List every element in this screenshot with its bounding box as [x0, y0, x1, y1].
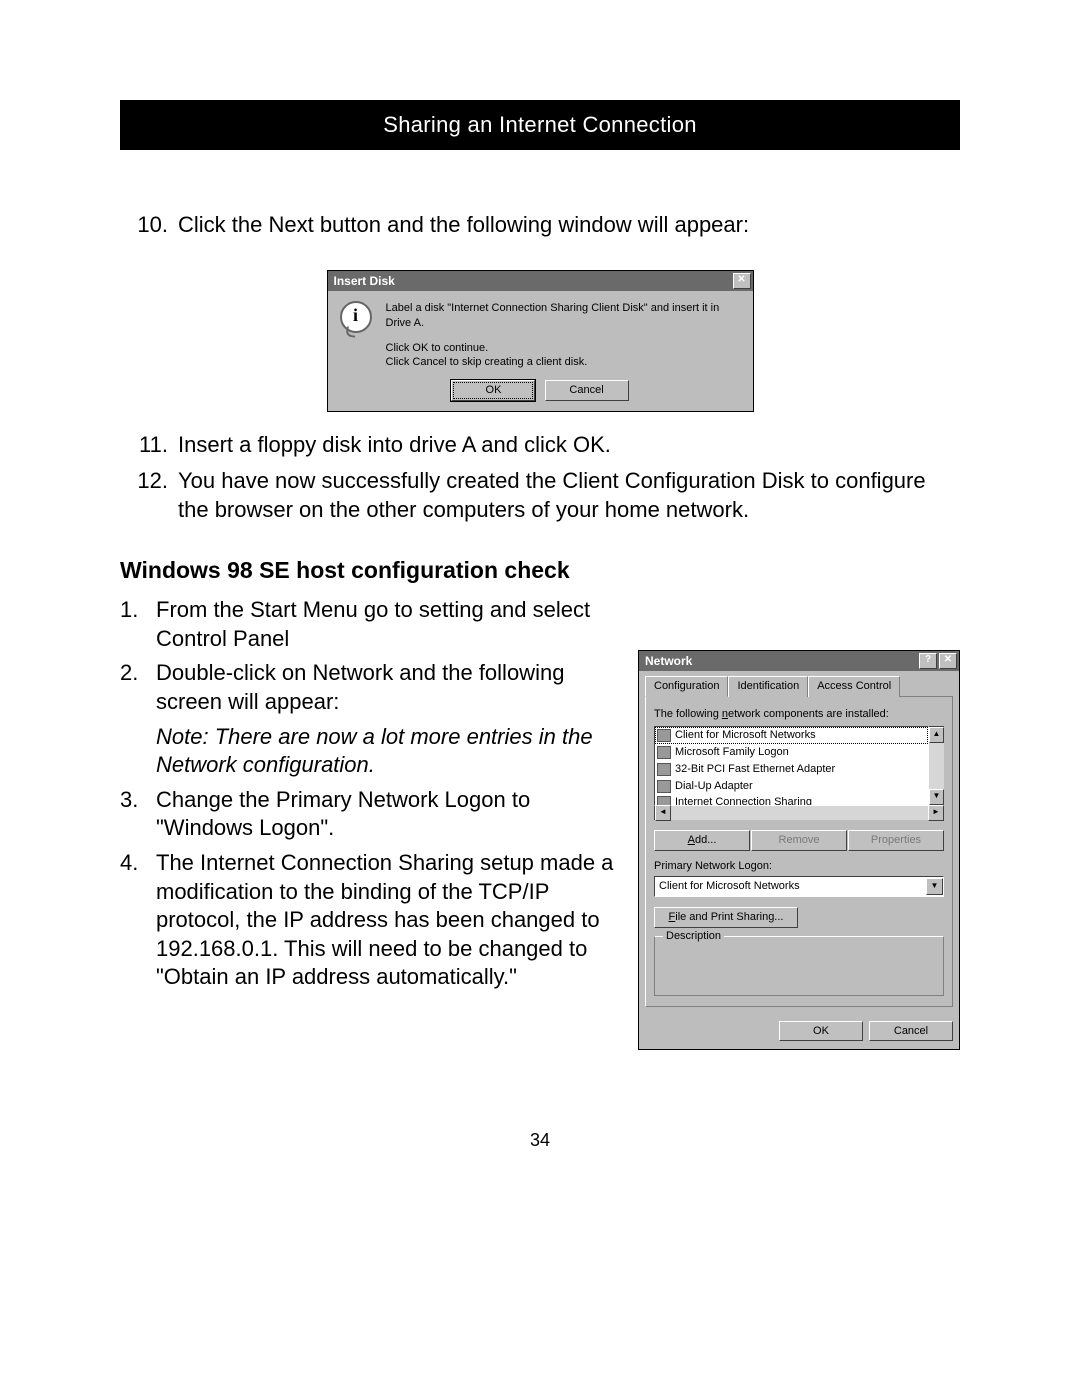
components-listbox[interactable]: Client for Microsoft Networks Microsoft …: [654, 726, 929, 806]
vertical-scrollbar[interactable]: ▲ ▼: [929, 726, 944, 806]
list-item[interactable]: Dial-Up Adapter: [655, 778, 928, 795]
dialog-title: Insert Disk: [334, 273, 395, 289]
help-icon[interactable]: ?: [919, 653, 937, 669]
steps-list-continued: 10. Click the Next button and the follow…: [120, 210, 960, 240]
step-number: 2.: [120, 659, 156, 716]
tab-access-control[interactable]: Access Control: [808, 676, 900, 697]
step-number: 10.: [120, 210, 178, 240]
network-dialog: Network ? ✕ Configuration Identification…: [638, 650, 960, 1050]
section-heading: Windows 98 SE host configuration check: [120, 555, 960, 586]
add-rest: dd...: [695, 834, 716, 846]
scroll-left-icon[interactable]: ◄: [655, 805, 671, 821]
cancel-button[interactable]: Cancel: [545, 380, 629, 401]
document-page: Sharing an Internet Connection 10. Click…: [0, 0, 1080, 1211]
component-icon: [657, 729, 671, 742]
list-item-label: Microsoft Family Logon: [675, 745, 789, 760]
close-icon[interactable]: ✕: [939, 653, 957, 669]
step-number: 12.: [120, 466, 178, 525]
step-text: You have now successfully created the Cl…: [178, 466, 960, 525]
tab-identification[interactable]: Identification: [728, 676, 808, 697]
scroll-up-icon[interactable]: ▲: [929, 727, 944, 743]
description-label: Description: [663, 929, 724, 944]
primary-logon-label: Primary Network Logon:: [654, 859, 944, 874]
list-item-label: Internet Connection Sharing: [675, 795, 812, 806]
add-button[interactable]: Add...: [654, 830, 750, 851]
properties-button[interactable]: Properties: [848, 830, 944, 851]
step-number: 4.: [120, 849, 156, 992]
step-text: Click the Next button and the following …: [178, 210, 960, 240]
tab-panel: The following network components are ins…: [645, 697, 953, 1006]
list-item-label: Client for Microsoft Networks: [675, 728, 816, 743]
step-text: Double-click on Network and the followin…: [156, 659, 620, 716]
primary-logon-combo[interactable]: Client for Microsoft Networks ▼: [654, 876, 944, 897]
page-header-banner: Sharing an Internet Connection: [120, 100, 960, 150]
check-steps-list: 1. From the Start Menu go to setting and…: [120, 596, 620, 992]
dialog-titlebar: Network ? ✕: [639, 651, 959, 671]
dialog-message-line2b: Click Cancel to skip creating a client d…: [386, 355, 741, 370]
combo-value: Client for Microsoft Networks: [659, 879, 800, 894]
tab-strip: Configuration Identification Access Cont…: [645, 675, 953, 697]
remove-button[interactable]: Remove: [751, 830, 847, 851]
scroll-right-icon[interactable]: ►: [928, 805, 944, 821]
list-item[interactable]: Internet Connection Sharing: [655, 794, 928, 806]
body-text: 10. Click the Next button and the follow…: [120, 210, 960, 1050]
cancel-button[interactable]: Cancel: [869, 1021, 953, 1042]
list-item[interactable]: Microsoft Family Logon: [655, 744, 928, 761]
step-text: Insert a floppy disk into drive A and cl…: [178, 430, 960, 460]
list-item-label: Dial-Up Adapter: [675, 779, 753, 794]
dialog-message-line2a: Click OK to continue.: [386, 341, 741, 356]
step-number-blank: [120, 723, 156, 780]
close-icon[interactable]: ✕: [733, 273, 751, 289]
component-icon: [657, 780, 671, 793]
info-icon: i: [340, 301, 372, 333]
step-text: The Internet Connection Sharing setup ma…: [156, 849, 620, 992]
step-number: 3.: [120, 786, 156, 843]
horizontal-scrollbar[interactable]: ◄ ►: [654, 805, 944, 820]
component-icon: [657, 763, 671, 776]
ok-button[interactable]: OK: [779, 1021, 863, 1042]
steps-list-continued-2: 11. Insert a floppy disk into drive A an…: [120, 430, 960, 525]
step-text: From the Start Menu go to setting and se…: [156, 596, 620, 653]
page-number: 34: [120, 1130, 960, 1151]
component-icon: [657, 746, 671, 759]
label-part: The following: [654, 708, 722, 720]
dialog-message-line1: Label a disk "Internet Connection Sharin…: [386, 301, 741, 331]
list-item[interactable]: Client for Microsoft Networks: [655, 727, 928, 744]
label-part: etwork components are installed:: [728, 708, 889, 720]
step-number: 1.: [120, 596, 156, 653]
scroll-down-icon[interactable]: ▼: [929, 789, 944, 805]
insert-disk-dialog: Insert Disk ✕ i Label a disk "Internet C…: [327, 270, 754, 412]
step-number: 11.: [120, 430, 178, 460]
ok-button[interactable]: OK: [451, 380, 535, 401]
dialog-titlebar: Insert Disk ✕: [328, 271, 753, 291]
step-text: Change the Primary Network Logon to "Win…: [156, 786, 620, 843]
tab-configuration[interactable]: Configuration: [645, 676, 728, 697]
dialog-title: Network: [645, 653, 692, 669]
file-print-sharing-button[interactable]: File and Print Sharing...: [654, 907, 798, 928]
installed-components-label: The following network components are ins…: [654, 707, 944, 722]
list-item-label: 32-Bit PCI Fast Ethernet Adapter: [675, 762, 835, 777]
note-text: Note: There are now a lot more entries i…: [156, 723, 620, 780]
chevron-down-icon[interactable]: ▼: [926, 878, 943, 895]
list-item[interactable]: 32-Bit PCI Fast Ethernet Adapter: [655, 761, 928, 778]
description-groupbox: Description: [654, 936, 944, 996]
dialog-message: Label a disk "Internet Connection Sharin…: [386, 301, 741, 370]
